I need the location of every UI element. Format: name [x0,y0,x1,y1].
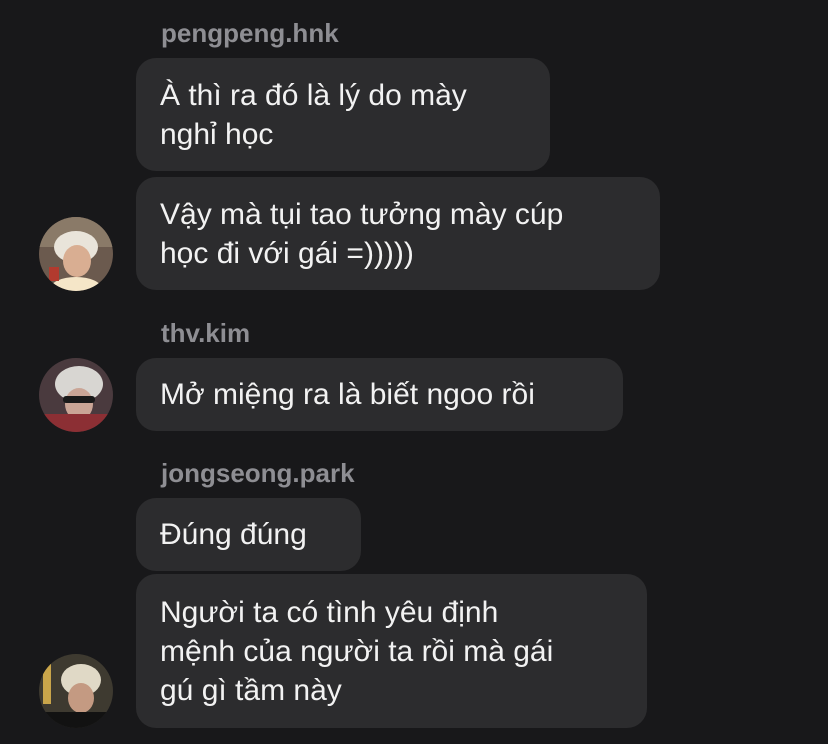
message-bubble[interactable]: À thì ra đó là lý do mày nghỉ học [136,58,550,171]
message-bubble[interactable]: Đúng đúng [136,498,361,571]
user-avatar-icon [39,654,113,728]
sender-name[interactable]: jongseong.park [161,458,355,488]
message-bubble[interactable]: Người ta có tình yêu định mệnh của người… [136,574,647,728]
message-text: Mở miệng ra là biết ngoo rồi [160,378,535,411]
chat-thread: pengpeng.hnk À thì ra đó là lý do mày ng… [0,0,828,744]
sender-name[interactable]: pengpeng.hnk [161,18,339,48]
avatar[interactable] [39,654,113,728]
user-avatar-icon [39,217,113,291]
message-bubble[interactable]: Mở miệng ra là biết ngoo rồi [136,358,623,431]
message-text: Đúng đúng [160,518,307,551]
message-text: Người ta có tình yêu định mệnh của người… [160,595,554,707]
sender-name[interactable]: thv.kim [161,318,250,348]
message-text: À thì ra đó là lý do mày nghỉ học [160,78,467,151]
avatar[interactable] [39,358,113,432]
message-bubble[interactable]: Vậy mà tụi tao tưởng mày cúp học đi với … [136,177,660,290]
user-avatar-icon [39,358,113,432]
avatar[interactable] [39,217,113,291]
message-text: Vậy mà tụi tao tưởng mày cúp học đi với … [160,197,564,270]
